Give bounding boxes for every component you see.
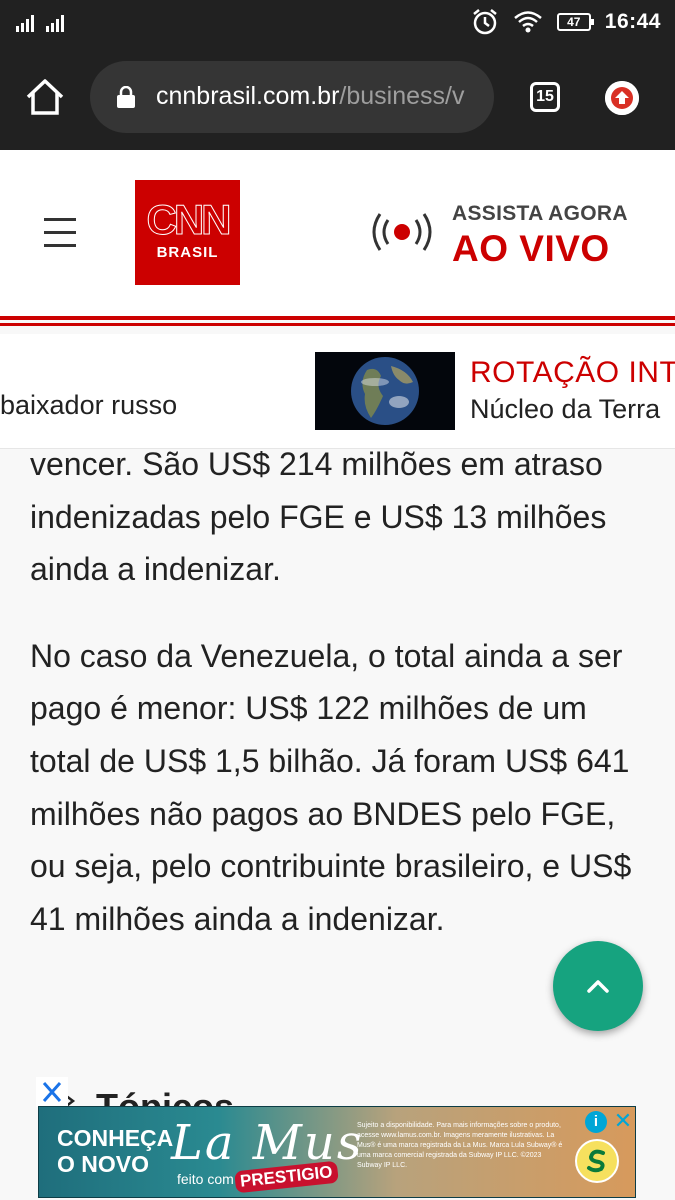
close-icon — [42, 1082, 62, 1102]
lock-icon — [117, 86, 135, 108]
signal-icon — [16, 14, 64, 32]
banner-ad[interactable]: CONHEÇA O NOVO La Mus feito com PRESTIGI… — [38, 1106, 636, 1198]
subway-logo-icon — [575, 1139, 619, 1183]
logo-sub: BRASIL — [156, 244, 219, 261]
assista-agora-label[interactable]: ASSISTA AGORA — [452, 202, 628, 226]
ticker-subheadline[interactable]: Núcleo da Terra — [470, 394, 660, 425]
ad-info-icon[interactable]: i — [585, 1111, 607, 1133]
address-bar[interactable]: cnnbrasil.com.br/business/v — [90, 61, 494, 133]
ticker-headline[interactable]: ROTAÇÃO INTE — [470, 356, 675, 390]
site-header: CNN BRASIL ASSISTA AGORA AO VIVO — [0, 150, 675, 318]
logo-word: CNN — [146, 196, 232, 244]
tab-count: 15 — [536, 88, 554, 105]
update-icon — [605, 81, 639, 115]
header-divider — [0, 323, 675, 326]
ad-feito-com: feito com — [177, 1171, 234, 1187]
header-divider — [0, 316, 675, 320]
alarm-icon — [473, 9, 497, 35]
update-button[interactable] — [605, 81, 639, 115]
chevron-up-icon — [587, 980, 609, 993]
cnn-logo[interactable]: CNN BRASIL — [135, 180, 240, 285]
article-body: vencer. São US$ 214 milhões em atraso in… — [30, 438, 645, 979]
status-bar: 47 16:44 — [0, 0, 675, 44]
article-paragraph: vencer. São US$ 214 milhões em atraso in… — [30, 446, 607, 588]
ticker-item-text[interactable]: baixador russo — [0, 390, 177, 421]
ad-close-icon[interactable]: ✕ — [611, 1109, 635, 1133]
live-broadcast-icon[interactable] — [366, 202, 438, 262]
ao-vivo-label[interactable]: AO VIVO — [452, 228, 610, 270]
menu-icon[interactable] — [44, 218, 76, 248]
ad-headline: CONHEÇA O NOVO — [57, 1125, 173, 1177]
clock: 16:44 — [604, 10, 661, 33]
news-ticker: baixador russo ROTAÇÃO INTE Núcleo da Te… — [0, 334, 675, 449]
url-text: cnnbrasil.com.br/business/v — [156, 82, 465, 110]
scroll-to-top-button[interactable] — [553, 941, 643, 1031]
battery-icon: 47 — [556, 13, 594, 31]
wifi-icon — [513, 11, 542, 33]
home-icon[interactable] — [24, 77, 66, 117]
browser-toolbar: cnnbrasil.com.br/business/v 15 — [0, 44, 675, 150]
article-paragraph: No caso da Venezuela, o total ainda a se… — [30, 637, 632, 937]
ad-close-button[interactable] — [36, 1077, 68, 1107]
tabs-button[interactable]: 15 — [530, 82, 560, 112]
ad-fine-print: Sujeito a disponibilidade. Para mais inf… — [357, 1122, 563, 1169]
earth-thumbnail[interactable] — [315, 352, 455, 430]
